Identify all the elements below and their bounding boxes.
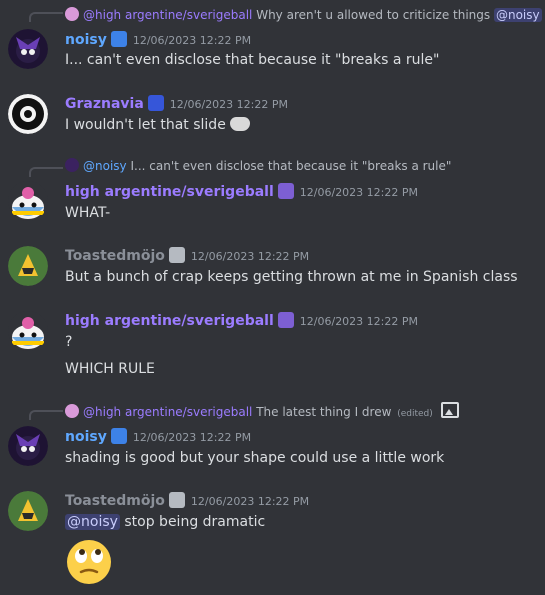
reply-preview[interactable]: @high argentine/sverigeball The latest t… (65, 402, 459, 419)
avatar[interactable] (8, 246, 48, 286)
reply-avatar (65, 158, 79, 172)
message-text: WHAT- (65, 205, 111, 221)
username[interactable]: high argentine/sverigeball (65, 313, 274, 329)
reply-spine (29, 12, 63, 22)
username[interactable]: high argentine/sverigeball (65, 184, 274, 200)
reply-text: I... can't even disclose that because it… (130, 159, 452, 173)
reply-avatar (65, 404, 79, 418)
message-header: Toastedmöjo 12/06/2023 12:22 PM (65, 489, 309, 511)
message-text: But a bunch of crap keeps getting thrown… (65, 269, 518, 285)
timestamp[interactable]: 12/06/2023 12:22 PM (170, 98, 288, 111)
message-graznavia[interactable]: Graznavia 12/06/2023 12:22 PM I wouldn't … (0, 88, 545, 148)
timestamp[interactable]: 12/06/2023 12:22 PM (191, 250, 309, 263)
username[interactable]: Toastedmöjo (65, 248, 165, 264)
reply-spine (29, 167, 63, 177)
avatar[interactable] (8, 491, 48, 531)
message-sverigeball-1[interactable]: @noisy I... can't even disclose that bec… (0, 155, 545, 230)
message-sverigeball-2[interactable]: high argentine/sverigeball 12/06/2023 12:… (0, 305, 545, 385)
timestamp[interactable]: 12/06/2023 12:22 PM (133, 34, 251, 47)
reply-text: Why aren't u allowed to criticize things (256, 8, 491, 22)
message-header: high argentine/sverigeball 12/06/2023 12:… (65, 180, 418, 202)
mention[interactable]: @noisy (493, 8, 542, 22)
rolling-eyes-emoji-icon (65, 538, 113, 586)
message-text-content: stop being dramatic (124, 514, 266, 530)
avatar[interactable] (8, 29, 48, 69)
reply-author[interactable]: @high argentine/sverigeball (83, 8, 252, 22)
role-icon (277, 312, 294, 328)
reply-preview[interactable]: @noisy I... can't even disclose that bec… (65, 158, 451, 174)
role-icon (277, 183, 294, 199)
message-noisy-2[interactable]: @high argentine/sverigeball The latest t… (0, 398, 545, 473)
message-text-content: I wouldn't let that slide (65, 117, 226, 133)
avatar[interactable] (8, 311, 48, 351)
message-text: I wouldn't let that slide (65, 115, 251, 135)
chat-log: @high argentine/sverigeball Why aren't u… (0, 0, 545, 595)
image-icon (440, 402, 459, 418)
timestamp[interactable]: 12/06/2023 12:22 PM (300, 186, 418, 199)
message-header: noisy 12/06/2023 12:22 PM (65, 425, 251, 447)
reply-author[interactable]: @high argentine/sverigeball (83, 405, 252, 419)
avatar[interactable] (8, 426, 48, 466)
role-icon (110, 428, 127, 444)
message-text-line-2: WHICH RULE (65, 361, 155, 377)
username[interactable]: Toastedmöjo (65, 493, 165, 509)
edited-label: (edited) (397, 409, 433, 419)
message-header: high argentine/sverigeball 12/06/2023 12:… (65, 309, 418, 331)
username[interactable]: noisy (65, 32, 107, 48)
avatar[interactable] (8, 94, 48, 134)
message-text: @noisy stop being dramatic (65, 512, 265, 532)
username[interactable]: noisy (65, 429, 107, 445)
role-icon (147, 95, 164, 111)
reply-preview[interactable]: @high argentine/sverigeball Why aren't u… (65, 7, 542, 23)
timestamp[interactable]: 12/06/2023 12:22 PM (191, 495, 309, 508)
reply-author[interactable]: @noisy (83, 159, 127, 173)
message-text-line-1: ? (65, 334, 73, 350)
reply-avatar (65, 7, 79, 21)
role-icon (110, 31, 127, 47)
role-icon (168, 492, 185, 508)
message-noisy-1[interactable]: @high argentine/sverigeball Why aren't u… (0, 0, 545, 75)
timestamp[interactable]: 12/06/2023 12:22 PM (133, 431, 251, 444)
message-toastedmojo-2[interactable]: Toastedmöjo 12/06/2023 12:22 PM @noisy st… (0, 485, 545, 595)
message-toastedmojo-1[interactable]: Toastedmöjo 12/06/2023 12:22 PM But a bun… (0, 240, 545, 295)
avatar[interactable] (8, 181, 48, 221)
message-header: Toastedmöjo 12/06/2023 12:22 PM (65, 244, 309, 266)
timestamp[interactable]: 12/06/2023 12:22 PM (300, 315, 418, 328)
role-icon (168, 247, 185, 263)
reply-text: The latest thing I drew (256, 405, 392, 419)
reply-spine (29, 410, 63, 420)
trollface-emoji-icon (230, 117, 251, 131)
message-header: noisy 12/06/2023 12:22 PM (65, 28, 251, 50)
message-text: shading is good but your shape could use… (65, 450, 445, 466)
mention[interactable]: @noisy (65, 514, 120, 530)
message-header: Graznavia 12/06/2023 12:22 PM (65, 92, 288, 114)
message-text: I... can't even disclose that because it… (65, 52, 440, 68)
username[interactable]: Graznavia (65, 96, 144, 112)
